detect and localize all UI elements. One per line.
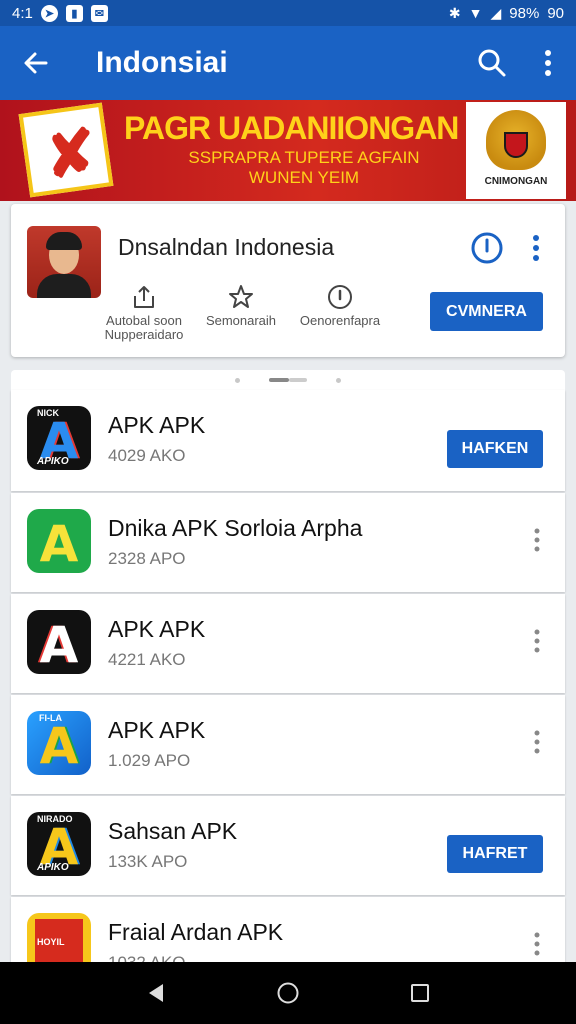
info-icon[interactable] [470,231,504,265]
app-name: Fraial Ardan APK [108,919,284,945]
profile-action-share[interactable]: Autobal soon Nupperaidaro [89,284,199,342]
share-icon [134,286,154,308]
star-icon [229,285,253,308]
search-icon [478,49,506,77]
nav-recents-icon [411,984,429,1002]
profile-action-label: Semonaraih [206,314,276,328]
banner-letter-icon: ✘ [40,117,102,193]
apk-logo-icon: A [39,616,79,674]
profile-action-label-line: Nupperaidaro [104,327,184,342]
indicator-dot [235,378,240,383]
status-right: ✱ ▼ ◢ 98% 90 [449,5,564,22]
nav-home-button[interactable] [264,969,312,1017]
bookmark-icon: ▮ [65,4,83,22]
shield-icon [504,132,528,158]
apk-app-icon: A [27,610,91,674]
banner-headline: PAGR UADANIIONGAN [124,110,459,146]
app-list-item[interactable]: A FI-LA APK APK 1.029 APO [11,695,565,794]
app-size: 4221 AKO [108,650,186,669]
apk-app-icon: A [27,509,91,573]
indicator-dot [336,378,341,383]
app-icon-sub: APIKO [37,456,69,467]
nav-recents-button[interactable] [396,969,444,1017]
app-name: APK APK [108,616,206,642]
profile-action-label-line: Autobal soon [106,313,182,328]
app-name: APK APK [108,717,206,743]
profile-name: Dnsalndan Indonesia [118,234,335,260]
more-vert-icon[interactable] [529,727,545,757]
emblem-label: CNIMONGAN [484,176,548,187]
apk-app-icon: A NIRADO APIKO [27,812,91,876]
install-button[interactable]: HAFKEN [447,430,543,468]
more-vert-icon[interactable] [529,929,545,959]
primary-action-button[interactable]: CVMNERA [430,292,543,331]
more-vert-icon[interactable] [529,626,545,656]
overflow-menu-button[interactable] [520,26,576,100]
app-list-item[interactable]: A NICK APIKO APK APK 4029 AKO HAFKEN [11,390,565,491]
banner-subline: SSPRAPRA TUPERE AGFAIN WUNEN YEIM [164,148,444,188]
navigation-icon: ➤ [40,4,58,22]
info-icon [328,285,352,309]
profile-card: Dnsalndan Indonesia Autobal soon Nuppera… [11,204,565,357]
more-vert-icon[interactable] [529,525,545,555]
apk-app-icon: A FI-LA [27,711,91,775]
install-button[interactable]: HAFRET [447,835,543,873]
profile-action-label: Oenorenfapra [300,314,380,328]
back-button[interactable] [0,26,72,100]
app-name: APK APK [108,412,206,438]
battery-text: 98% [509,4,540,22]
search-button[interactable] [464,26,520,100]
arrow-left-icon [24,52,48,74]
app-icon-sub: APIKO [37,862,69,873]
profile-action-label-line: Oenorenfapra [299,313,381,328]
apk-app-icon: A NICK APIKO [27,406,91,470]
app-icon-label: NIRADO [37,814,73,824]
banner-subline-2: WUNEN YEIM [248,168,360,187]
bluetooth-icon: ✱ [448,4,461,21]
nav-home-icon [277,982,299,1004]
nav-back-button[interactable] [132,969,180,1017]
profile-action-info[interactable]: Oenorenfapra [285,284,395,328]
profile-action-label: Autobal soon Nupperaidaro [105,314,184,342]
app-name: Dnika APK Sorloia Arpha [108,515,363,541]
app-name: Sahsan APK [108,818,238,844]
app-list-item[interactable]: HOYIL Fraial Ardan APK 1032 AKO [11,897,565,977]
app-icon-label: FI-LA [39,713,62,723]
app-size: 2328 APO [108,549,186,568]
status-left: 4:1 ➤ ▮ ✉ [12,4,108,22]
apk-logo-icon: A [39,515,79,573]
garuda-emblem: CNIMONGAN [466,102,566,199]
system-nav-bar [0,962,576,1024]
app-size: 133K APO [108,852,188,871]
app-bar: Indonsiai [0,26,576,100]
apk-logo-icon: A [39,717,79,775]
app-size: 1.029 APO [108,751,191,770]
profile-action-label-line: Semonaraih [205,313,277,328]
app-list-item[interactable]: A NIRADO APIKO Sahsan APK 133K APO HAFRE… [11,796,565,895]
status-time: 4:1 [12,4,33,22]
more-vert-icon [545,50,551,76]
page-indicator [11,370,565,390]
app-size: 4029 AKO [108,446,186,465]
mail-icon: ✉ [90,4,108,22]
profile-action-star[interactable]: Semonaraih [186,284,296,328]
app-list-item[interactable]: A APK APK 4221 AKO [11,594,565,693]
status-bar: 4:1 ➤ ▮ ✉ ✱ ▼ ◢ 98% 90 [0,0,576,26]
app-icon-label: HOYIL [37,937,65,947]
signal-icon: ◢ [490,4,502,21]
indicator-track [289,378,307,382]
avatar-body [37,274,91,298]
promo-banner[interactable]: ✘ PAGR UADANIIONGAN SSPRAPRA TUPERE AGFA… [0,100,576,201]
nav-back-icon [149,984,163,1002]
more-vert-icon[interactable] [526,232,546,264]
page-title: Indonsiai [96,46,228,79]
banner-subline-1: SSPRAPRA TUPERE AGFAIN [188,148,420,167]
avatar-hair [46,232,82,250]
wifi-icon: ▼ [468,5,483,21]
indicator-active [269,378,289,382]
banner-flag-graphic: ✘ [18,102,114,198]
signal-text: 90 [547,4,564,22]
app-list-item[interactable]: A Dnika APK Sorloia Arpha 2328 APO [11,493,565,592]
app-icon-label: NICK [37,408,59,418]
